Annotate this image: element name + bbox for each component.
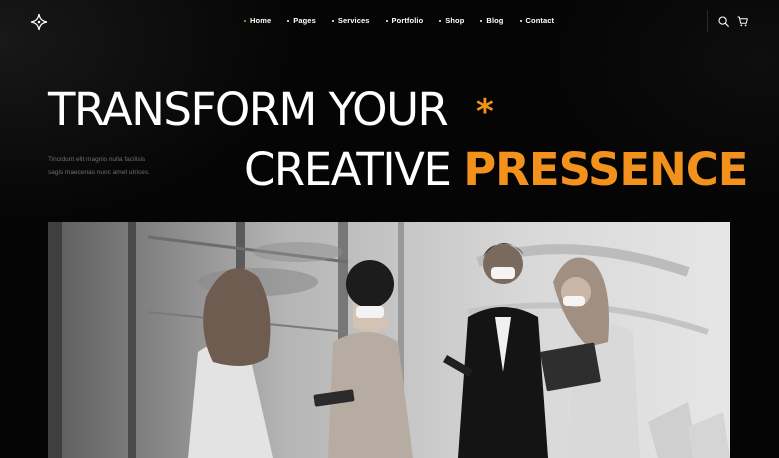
nav-item-contact[interactable]: Contact bbox=[519, 16, 555, 25]
nav-item-label: Portfolio bbox=[391, 16, 424, 25]
nav-item-home[interactable]: Home bbox=[244, 16, 271, 25]
nav-item-services[interactable]: Services bbox=[331, 16, 370, 25]
nav-dot bbox=[519, 19, 522, 22]
nav-dot bbox=[439, 19, 442, 22]
nav-dot bbox=[331, 19, 334, 22]
nav-dot bbox=[385, 19, 388, 22]
nav-item-pages[interactable]: Pages bbox=[287, 16, 316, 25]
hero-title-line-1: TRANSFORM YOUR bbox=[48, 83, 449, 136]
hero-title-accent: PRESSENCE bbox=[463, 143, 748, 196]
asterisk-icon: * bbox=[476, 92, 494, 132]
nav-item-label: Shop bbox=[445, 16, 465, 25]
nav-item-label: Services bbox=[337, 16, 370, 25]
main-navigation: Home Pages Services Portfolio Shop Blog … bbox=[244, 16, 554, 25]
cart-icon[interactable] bbox=[737, 16, 748, 27]
nav-item-label: Contact bbox=[525, 16, 555, 25]
hero-description: Tincidunt elit magnis nulla facilisis sa… bbox=[48, 156, 150, 176]
nav-item-shop[interactable]: Shop bbox=[439, 16, 464, 25]
search-icon[interactable] bbox=[718, 15, 729, 27]
nav-dot bbox=[480, 19, 483, 22]
nav-dot bbox=[244, 19, 246, 22]
nav-dot bbox=[287, 19, 290, 22]
nav-item-blog[interactable]: Blog bbox=[480, 16, 503, 25]
header-tools bbox=[707, 10, 748, 32]
team-meeting-photo bbox=[48, 222, 730, 458]
hero-title-plain: CREATIVE bbox=[244, 143, 464, 196]
logo-icon[interactable] bbox=[30, 13, 48, 31]
nav-item-label: Blog bbox=[486, 16, 504, 25]
hero-title-line-2: CREATIVE PRESSENCE bbox=[244, 143, 749, 196]
nav-item-portfolio[interactable]: Portfolio bbox=[385, 16, 424, 25]
nav-item-label: Pages bbox=[293, 16, 316, 25]
nav-item-label: Home bbox=[250, 16, 272, 25]
